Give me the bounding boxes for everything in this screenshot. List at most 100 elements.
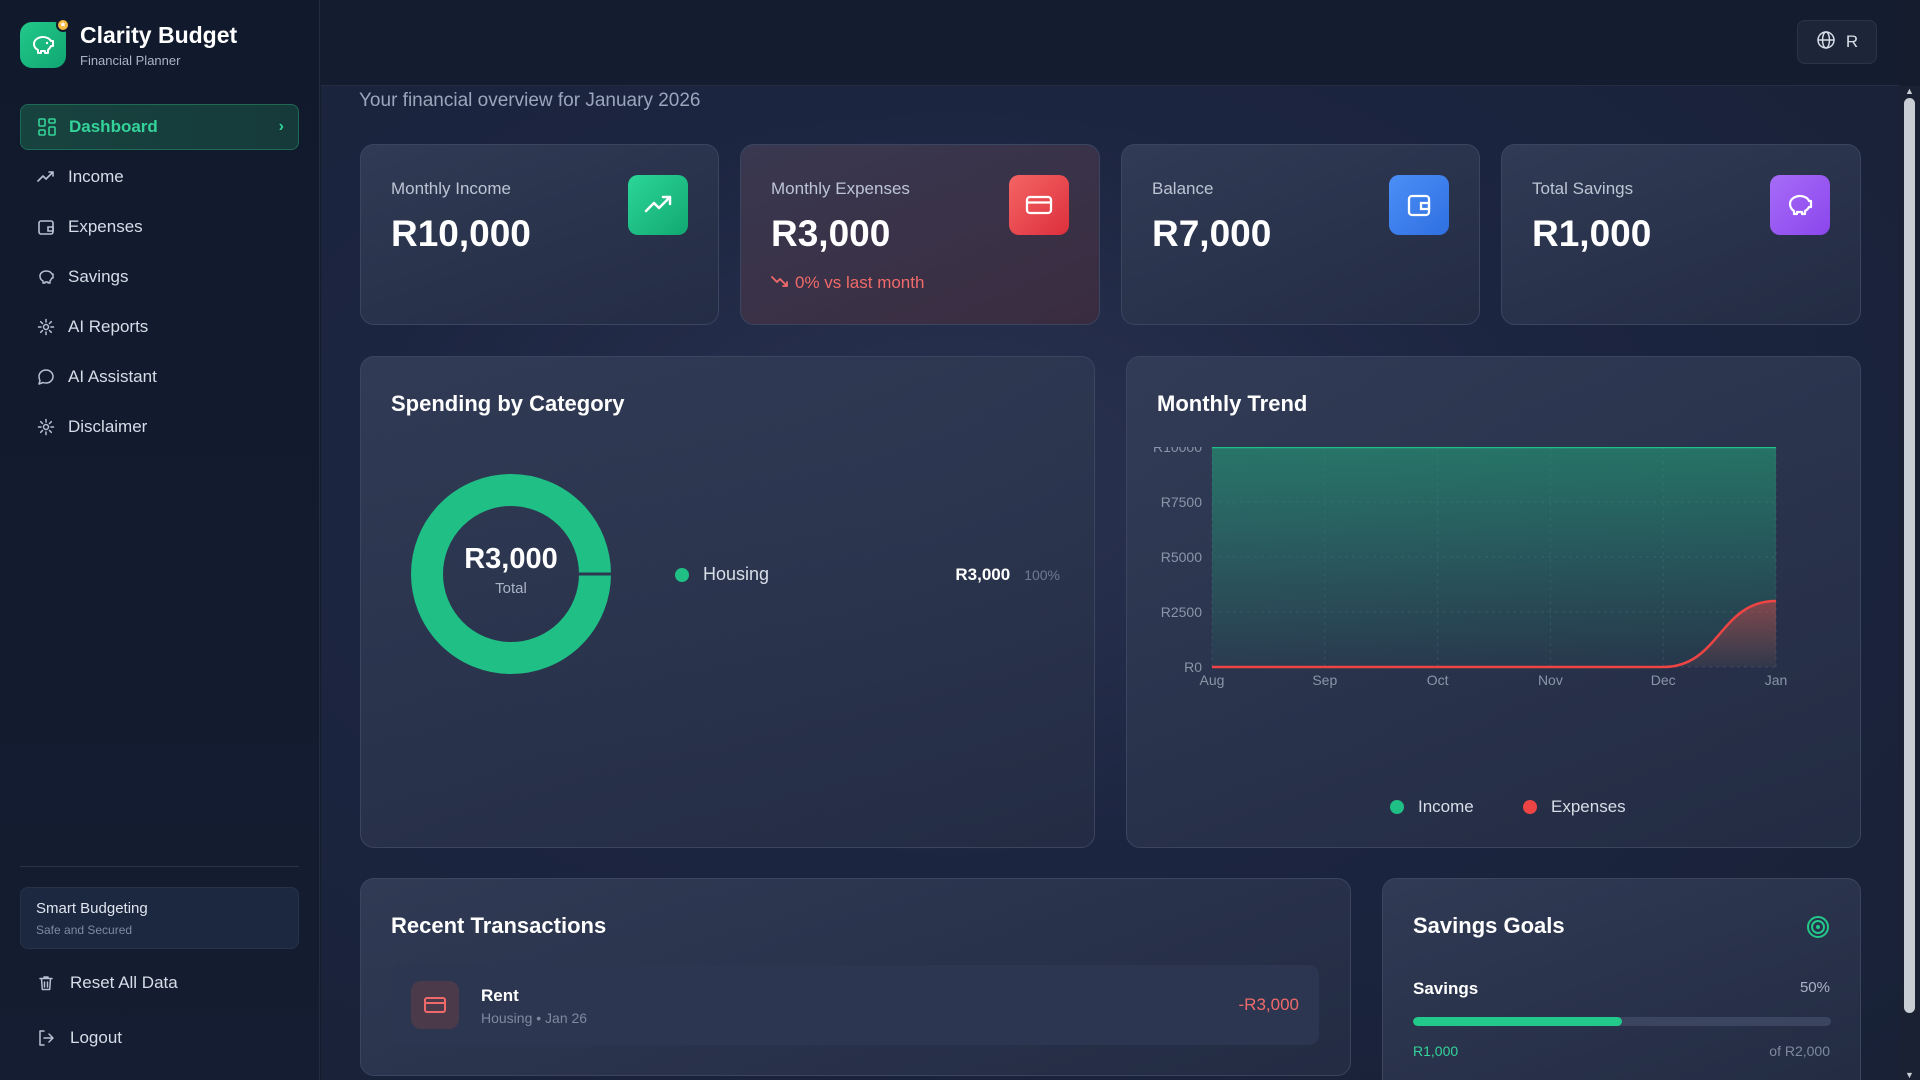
logout-label: Logout (70, 1028, 122, 1047)
sidebar-item-income[interactable]: Income (20, 154, 299, 200)
scrollbar-thumb[interactable] (1904, 98, 1915, 1013)
category-percent: 100% (1024, 566, 1060, 583)
globe-icon (1816, 30, 1836, 55)
grid-icon (37, 117, 57, 137)
sidebar-item-savings[interactable]: Savings (20, 254, 299, 300)
stat-value: R10,000 (391, 213, 531, 254)
transaction-meta: Housing • Jan 26 (481, 1010, 588, 1026)
legend-dot (1523, 800, 1537, 814)
trend-up-icon (628, 175, 688, 235)
logout-button[interactable]: Logout (20, 1018, 299, 1058)
stat-label: Monthly Income (391, 179, 511, 198)
sidebar-item-label: Income (68, 167, 124, 186)
trend-title: Monthly Trend (1157, 391, 1308, 416)
sidebar-item-dashboard[interactable]: Dashboard › (20, 104, 299, 150)
language-button[interactable]: R (1797, 20, 1877, 64)
x-tick-label: Dec (1651, 672, 1676, 688)
trend-up-icon (36, 167, 56, 187)
spending-card: Spending by Category R3,000 Total Housin… (360, 356, 1095, 848)
piggy-bank-icon (36, 267, 56, 287)
goals-title: Savings Goals (1413, 913, 1565, 938)
brand-title: Clarity Budget (80, 22, 238, 48)
chevron-right-icon: › (278, 118, 284, 135)
sidebar-item-label: AI Assistant (68, 367, 157, 386)
sidebar-item-expenses[interactable]: Expenses (20, 204, 299, 250)
reset-label: Reset All Data (70, 973, 178, 992)
stat-value: R3,000 (771, 213, 891, 254)
legend-label: Income (1418, 797, 1474, 816)
monthly-trend-card: Monthly Trend R0 R2500 R5000 R7500 R10000 Aug… (1126, 356, 1861, 848)
legend-dot (675, 567, 689, 582)
monthly-trend-chart: R0R2500R5000R7500R10000Aug Sep Oct Nov Dec Ja… (1153, 447, 1788, 688)
transaction-name: Rent (481, 986, 519, 1005)
scroll-up-icon[interactable]: ▲ (1904, 86, 1915, 96)
trend-legend-income[interactable]: Income (1390, 797, 1474, 817)
sidebar-item-disclaimer[interactable]: Disclaimer (20, 404, 299, 450)
sidebar-item-label: Savings (68, 267, 129, 286)
smart-subtitle: Safe and Secured (36, 923, 133, 937)
main-content: Your financial overview for January 2026… (321, 86, 1899, 1080)
stat-label: Monthly Expenses (771, 179, 910, 198)
target-icon[interactable] (1806, 915, 1830, 944)
trend-down-icon (771, 273, 789, 293)
transactions-title: Recent Transactions (391, 913, 607, 938)
smart-title: Smart Budgeting (36, 900, 148, 917)
transaction-row[interactable]: Rent Housing • Jan 26 -R3,000 (391, 965, 1319, 1045)
trash-icon (36, 973, 56, 993)
page-subtitle: Your financial overview for January 2026 (359, 90, 701, 111)
scrollbar[interactable]: ▲ ▼ (1899, 86, 1920, 1080)
trend-legend-expenses[interactable]: Expenses (1523, 797, 1626, 817)
sidebar-item-label: Dashboard (69, 117, 158, 136)
category-legend-item[interactable]: Housing R3,000 100% (675, 564, 1060, 585)
piggy-bank-icon (1770, 175, 1830, 235)
wallet-icon (36, 217, 56, 237)
sidebar-item-label: AI Reports (68, 317, 149, 336)
y-tick-label: R5000 (1161, 549, 1202, 565)
stat-label: Balance (1152, 179, 1214, 198)
stat-card-expenses: Monthly Expenses R3,000 0% vs last month (740, 144, 1100, 325)
x-tick-label: Sep (1312, 672, 1337, 688)
x-tick-label: Oct (1427, 672, 1449, 688)
sidebar-item-ai-assistant[interactable]: AI Assistant (20, 354, 299, 400)
credit-card-icon (1009, 175, 1069, 235)
brand-subtitle: Financial Planner (80, 53, 181, 68)
stat-change: 0% vs last month (771, 273, 924, 293)
scroll-down-icon[interactable]: ▼ (1904, 1070, 1915, 1080)
stat-value: R7,000 (1152, 213, 1272, 254)
donut-total-label: Total (495, 580, 527, 597)
spending-title: Spending by Category (391, 391, 625, 416)
reset-data-button[interactable]: Reset All Data (20, 963, 299, 1003)
gear-icon (36, 317, 56, 337)
sidebar-item-ai-reports[interactable]: AI Reports (20, 304, 299, 350)
logout-icon (36, 1028, 56, 1048)
stat-value: R1,000 (1532, 213, 1652, 254)
category-name: Housing (703, 564, 770, 584)
x-tick-label: Jan (1765, 672, 1788, 688)
credit-card-icon (411, 981, 459, 1029)
stat-card-balance: Balance R7,000 (1121, 144, 1480, 325)
series-area-income (1212, 447, 1776, 667)
gear-icon (36, 417, 56, 437)
goal-progress-fill (1413, 1017, 1622, 1026)
goal-name: Savings (1413, 979, 1479, 998)
star-badge-icon: ★ (56, 18, 70, 32)
smart-budgeting-card: Smart Budgeting Safe and Secured (20, 887, 299, 949)
stat-card-income: Monthly Income R10,000 (360, 144, 719, 325)
top-bar: R (321, 0, 1899, 86)
recent-transactions-card: Recent Transactions Rent Housing • Jan 2… (360, 878, 1351, 1076)
y-tick-label: R2500 (1161, 604, 1202, 620)
wallet-icon (1389, 175, 1449, 235)
goal-current: R1,000 (1413, 1043, 1459, 1059)
transaction-amount: -R3,000 (1238, 995, 1299, 1014)
savings-goals-card: Savings Goals Savings 50% R1,000 of R2,0… (1382, 878, 1861, 1080)
brand[interactable]: ★ Clarity Budget Financial Planner (20, 18, 238, 68)
sidebar-item-label: Disclaimer (68, 417, 148, 436)
change-text: 0% vs last month (795, 273, 925, 292)
chat-bubble-icon (36, 367, 56, 387)
legend-label: Expenses (1551, 797, 1626, 816)
legend-dot (1390, 800, 1404, 814)
goal-progress-bar (1413, 1017, 1831, 1026)
sidebar-item-label: Expenses (68, 217, 143, 236)
donut-total-value: R3,000 (464, 543, 558, 575)
x-tick-label: Nov (1538, 672, 1563, 688)
